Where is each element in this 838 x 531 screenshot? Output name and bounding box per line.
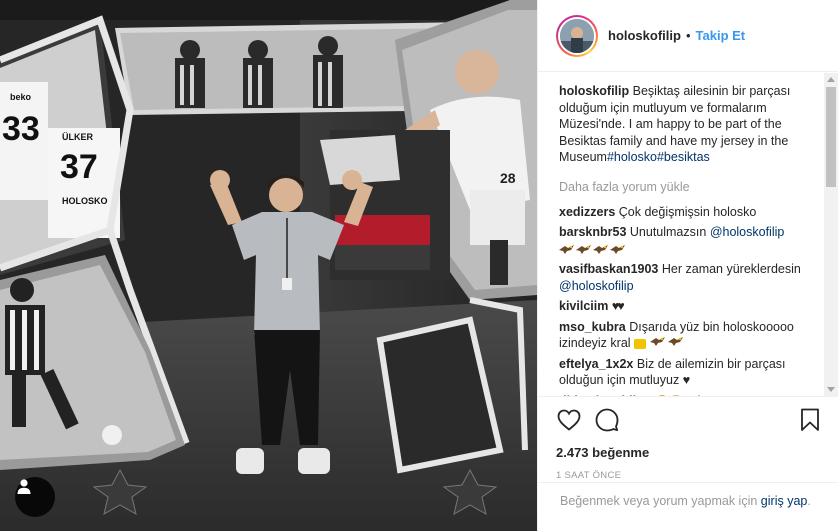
avatar[interactable] (556, 14, 598, 57)
heart-outline-icon (557, 409, 581, 431)
like-button[interactable] (556, 407, 582, 433)
comment-item: xedizzers Çok değişmişsin holosko (559, 204, 813, 221)
crown-emoji-icon (634, 338, 647, 349)
post-photo[interactable]: 33 37 ÜLKER HOLOSKO beko 28 (0, 0, 537, 531)
comment-item: vasifbaskan1903 Her zaman yüreklerdesin … (559, 261, 813, 294)
user-tag-button[interactable] (15, 477, 55, 517)
comments-scrollbar[interactable] (824, 73, 838, 396)
caption-username[interactable]: holoskofilip (559, 84, 629, 98)
svg-text:beko: beko (10, 92, 32, 102)
eagle-emoji-icon (593, 244, 608, 254)
museum-scene-photo: 33 37 ÜLKER HOLOSKO beko 28 (0, 0, 537, 531)
comment-text: Unutulmazsın (629, 225, 707, 239)
post-header: holoskofilip • Takip Et (538, 0, 838, 72)
caption-hashtags[interactable]: #holosko#besiktas (607, 150, 710, 164)
bookmark-icon (801, 408, 819, 431)
scrollbar-thumb[interactable] (826, 87, 836, 187)
comment-username[interactable]: barsknbr53 (559, 225, 626, 239)
load-more-comments-button[interactable]: Daha fazla yorum yükle (559, 180, 813, 194)
svg-text:HOLOSKO: HOLOSKO (62, 196, 108, 206)
black-heart-emoji: ♥ (682, 373, 691, 387)
login-prompt: Beğenmek veya yorum yapmak için giriş ya… (538, 482, 838, 531)
comment-username[interactable]: mso_kubra (559, 320, 626, 334)
eagle-emoji-icon (576, 244, 591, 254)
scroll-down-arrow-icon[interactable] (827, 387, 835, 392)
comment-username[interactable]: vasifbaskan1903 (559, 262, 658, 276)
comment-username[interactable]: eftelya_1x2x (559, 357, 633, 371)
post-actions: 2.473 beğenme 1 SAAT ÖNCE (538, 396, 838, 481)
speech-bubble-icon (595, 408, 619, 432)
user-tag-icon (17, 479, 31, 494)
login-prompt-end: . (807, 494, 811, 508)
likes-count[interactable]: 2.473 beğenme (556, 445, 823, 460)
comment-username[interactable]: xedizzers (559, 205, 615, 219)
post-timestamp: 1 SAAT ÖNCE (556, 470, 622, 481)
eagle-emoji-group (559, 244, 625, 255)
svg-text:37: 37 (60, 148, 98, 186)
comment-item: kivilciim ♥♥ (559, 298, 813, 315)
action-row (556, 407, 823, 433)
login-link[interactable]: giriş yap (761, 494, 808, 508)
comment-item: eftelya_1x2x Biz de ailemizin bir parças… (559, 356, 813, 389)
eagle-emoji-icon (610, 244, 625, 254)
comment-text: Her zaman yüreklerdesin (661, 262, 801, 276)
comment-text: ♥♥ (611, 299, 625, 313)
login-prompt-text: Beğenmek veya yorum yapmak için (560, 494, 758, 508)
scroll-up-arrow-icon[interactable] (827, 77, 835, 82)
eagle-emoji-icon (649, 337, 665, 346)
header-username[interactable]: holoskofilip (608, 28, 681, 43)
comment-text: Çok değişmişsin holosko (618, 204, 757, 219)
avatar-image (560, 18, 594, 53)
comment-item: mso_kubra Dışarıda yüz bin holoskooooo i… (559, 319, 813, 352)
svg-text:ÜLKER: ÜLKER (62, 132, 93, 142)
follow-button[interactable]: Takip Et (696, 28, 746, 43)
post-caption: holoskofilip Beşiktaş ailesinin bir parç… (559, 83, 813, 166)
eagle-emoji-icon (559, 244, 574, 254)
svg-text:33: 33 (2, 110, 40, 148)
svg-text:28: 28 (500, 170, 516, 186)
comment-button[interactable] (594, 407, 620, 433)
eagle-emoji-icon (668, 337, 684, 346)
comment-item: barsknbr53 Unutulmazsın @holoskofilip (559, 224, 813, 257)
comment-mention[interactable]: @holoskofilip (559, 279, 634, 293)
save-button[interactable] (797, 407, 823, 433)
header-separator: • (685, 28, 691, 43)
comments-list[interactable]: holoskofilip Beşiktaş ailesinin bir parç… (538, 73, 838, 396)
post-side-panel: holoskofilip • Takip Et holoskofilip Beş… (537, 0, 838, 531)
comment-mention[interactable]: @holoskofilip (710, 225, 785, 239)
instagram-post: 33 37 ÜLKER HOLOSKO beko 28 holoskofilip… (0, 0, 838, 531)
comment-username[interactable]: kivilciim (559, 299, 608, 313)
